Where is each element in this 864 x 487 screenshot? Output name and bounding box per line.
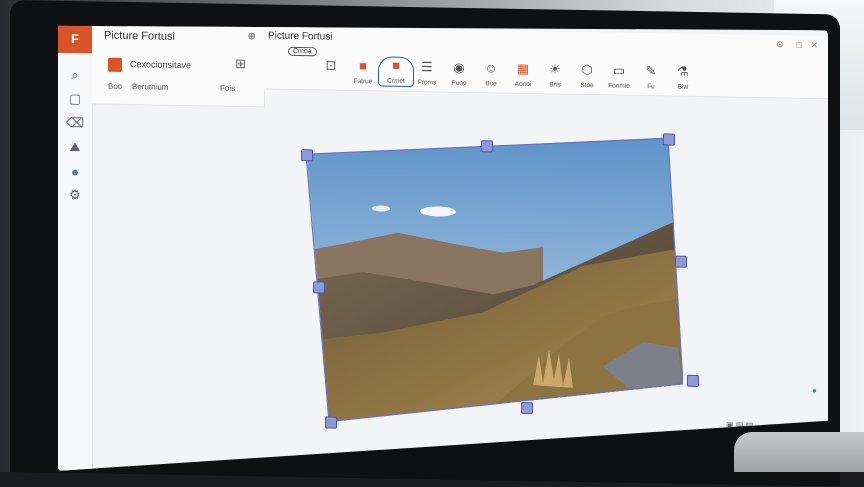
pin-icon[interactable]: ⊕: [248, 31, 256, 42]
picture-swatch-icon[interactable]: [108, 58, 122, 72]
ribbon-tool-label: [314, 77, 348, 78]
ribbon-tool-label: Stoe: [580, 81, 594, 90]
ribbon-tool-label: Froms: [417, 79, 437, 87]
ribbon-tool-crmet[interactable]: ■ Crmet: [378, 56, 414, 87]
image-icon[interactable]: ⛰: [67, 139, 83, 155]
ribbon-tool-puno[interactable]: ◉ Puno: [442, 60, 476, 88]
ribbon-tool-label: Aonoi: [514, 80, 532, 89]
panel-row-left[interactable]: Boo: [108, 82, 122, 91]
ribbon-tool-label: Fu: [647, 83, 655, 91]
ribbon-tool-label: Bue: [485, 80, 497, 88]
settings-icon[interactable]: ⚙: [776, 39, 784, 50]
resize-handle-right[interactable]: [675, 256, 687, 268]
ribbon-sub-label[interactable]: Cmoa: [288, 47, 317, 57]
crop-red-icon: ■: [392, 57, 400, 73]
resize-handle-top[interactable]: [481, 140, 493, 152]
close-icon[interactable]: ✕: [810, 40, 818, 51]
file-icon[interactable]: ▢: [67, 91, 83, 107]
status-dot-icon[interactable]: ●: [812, 386, 817, 395]
format-panel: Picture Fortusi ⊕ Cexocionsitave ⊞ Boo B…: [92, 23, 265, 107]
crop-frame-icon: ⊡: [325, 57, 337, 73]
shape-icon: ⬡: [581, 61, 593, 78]
ribbon-tool-brts[interactable]: ☀ Brts: [538, 61, 572, 89]
ribbon-tool-label: Fatrue: [353, 77, 373, 86]
ribbon-tool-stoe[interactable]: ⬡ Stoe: [570, 62, 604, 90]
pen-icon: ✎: [645, 63, 657, 79]
ribbon-title: Picture Fortusi: [268, 30, 333, 43]
ribbon-tool-label: Brts: [549, 81, 561, 89]
ribbon-tool-fatrue[interactable]: ■ Fatrue: [346, 58, 380, 86]
view-icon[interactable]: ▣ ▤ ▥: [726, 420, 753, 429]
eye-icon: ◉: [453, 59, 465, 75]
ribbon-tool-fonmie[interactable]: ▭ Fonmie: [602, 62, 636, 90]
resize-handle-top-left[interactable]: [301, 149, 313, 161]
panel-item-name[interactable]: Cexocionsitave: [130, 59, 191, 70]
ribbon-tool-label: Crmet: [387, 77, 405, 85]
ribbon-tool-fu[interactable]: ✎ Fu: [634, 63, 668, 91]
picture-red-icon: ■: [359, 58, 367, 74]
ribbon-tool-froms[interactable]: ☰ Froms: [410, 59, 444, 87]
search-icon[interactable]: ⌕: [67, 67, 83, 83]
globe-icon[interactable]: ●: [67, 163, 83, 179]
resize-handle-bottom-right[interactable]: [687, 375, 699, 387]
panel-row-right[interactable]: Fois: [220, 84, 235, 93]
app-rail: F ⌕ ▢ ⌫ ⛰ ● ⚙: [58, 17, 93, 472]
ribbon-tool-bue[interactable]: ☺ Bue: [474, 60, 508, 88]
resize-handle-left[interactable]: [313, 281, 325, 293]
resize-handle-bottom[interactable]: [521, 402, 533, 414]
ribbon-tool-label: Biw: [677, 83, 689, 91]
laptop-bezel: F ⌕ ▢ ⌫ ⛰ ● ⚙ Picture Fortusi ⊕ Cexocion…: [10, 0, 840, 487]
frame-icon: ▭: [612, 62, 626, 78]
app-logo[interactable]: F: [58, 23, 92, 54]
ribbon-tool-label: Fonmie: [608, 82, 630, 90]
eraser-icon[interactable]: ⌫: [67, 115, 83, 131]
layout-icon[interactable]: ⊞: [235, 56, 246, 72]
resize-handle-top-right[interactable]: [663, 133, 675, 145]
flask-icon: ⚗: [677, 63, 689, 79]
list-icon: ☰: [421, 59, 433, 75]
picture-icon: ▦: [516, 60, 530, 77]
minimize-icon[interactable]: □: [797, 40, 802, 50]
panel-row-mid[interactable]: Beruthium: [132, 82, 168, 92]
ribbon-toolbar: Picture Fortusi Cmoa ⚙ □ ✕ ⊡ ■ Fatrue ■ Crme…: [264, 26, 828, 99]
laptop-screen: F ⌕ ▢ ⌫ ⛰ ● ⚙ Picture Fortusi ⊕ Cexocion…: [58, 17, 828, 484]
landscape-photo: [303, 131, 683, 428]
person-icon: ☺: [484, 60, 498, 76]
resize-handle-bottom-left[interactable]: [325, 416, 337, 428]
ribbon-tool-biw[interactable]: ⚗ Biw: [666, 63, 700, 91]
laptop-keyboard-edge: [734, 432, 864, 472]
ribbon-tool-label: Puno: [451, 79, 467, 87]
ribbon-tool-crop[interactable]: ⊡: [314, 57, 348, 78]
selected-picture[interactable]: [303, 131, 683, 428]
ribbon-tool-aonoi[interactable]: ▦ Aonoi: [506, 61, 540, 89]
settings-icon[interactable]: ⚙: [67, 187, 83, 203]
panel-title: Picture Fortusi: [104, 29, 175, 43]
brightness-icon: ☀: [549, 61, 561, 77]
